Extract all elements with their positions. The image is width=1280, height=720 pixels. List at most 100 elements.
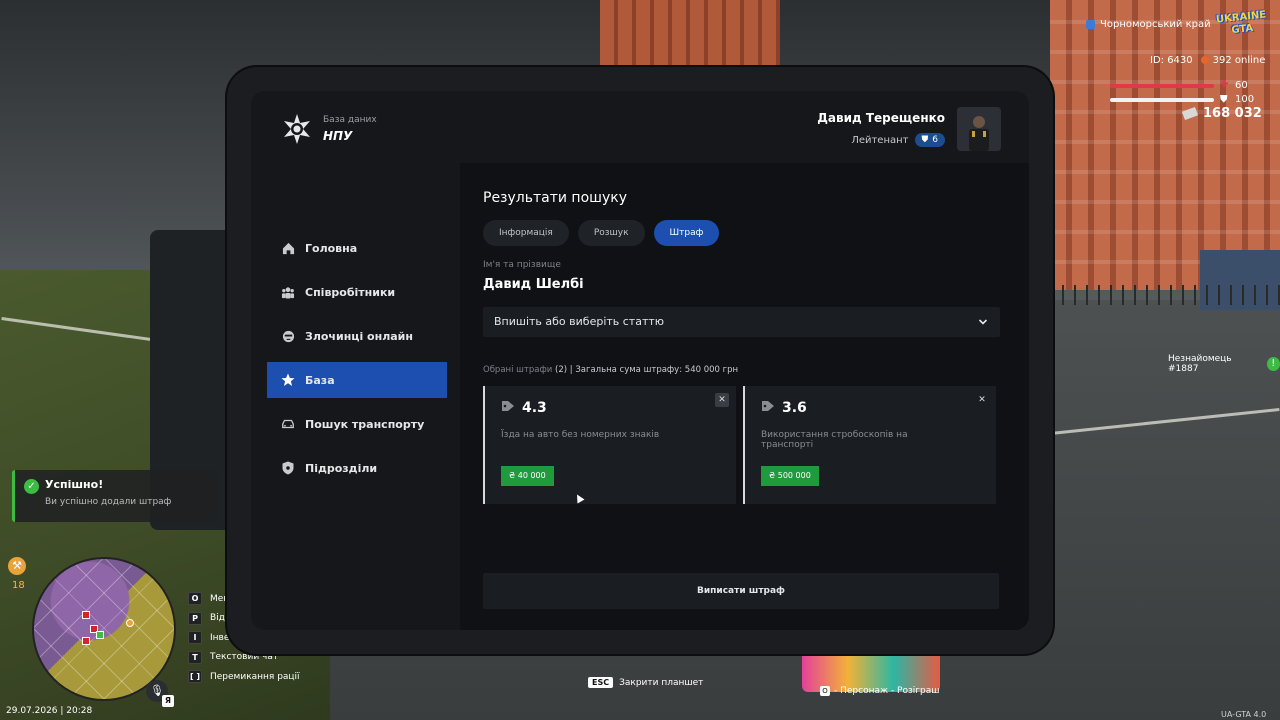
- close-tablet-hint: ESC Закрити планшет: [588, 677, 703, 688]
- tag-icon: [501, 400, 515, 416]
- sidebar-item-home[interactable]: Головна: [267, 230, 447, 266]
- money-display: 168 032: [1181, 106, 1262, 121]
- online-icon: [1200, 56, 1209, 64]
- sidebar-item-label: Головна: [305, 241, 358, 255]
- users-icon: [281, 285, 295, 299]
- version-label: UA-GTA 4.0: [1221, 710, 1267, 719]
- minimap-grid: [34, 559, 174, 699]
- criminal-icon: [281, 329, 295, 343]
- armor-icon: ⛊: [1220, 94, 1228, 105]
- chevron-down-icon: [978, 307, 988, 337]
- full-name-value: Давид Шелбі: [483, 277, 584, 292]
- sidebar-item-criminals[interactable]: Злочинці онлайн: [267, 318, 447, 354]
- region-icon: [1086, 20, 1095, 29]
- fine-card-accent: [483, 386, 485, 504]
- nearby-player-name: Незнайомець #1887: [1168, 354, 1232, 374]
- promo-key: O: [820, 686, 830, 696]
- close-icon[interactable]: ✕: [715, 393, 729, 407]
- sidebar-item-label: Підрозділи: [305, 461, 378, 475]
- fine-description: Їзда на авто без номерних знаків: [501, 430, 660, 440]
- fine-code: 3.6: [761, 400, 807, 416]
- tablet-screen: База даних НПУ Давид Терещенко Лейтенант…: [251, 91, 1029, 630]
- officer-rank: Лейтенант ⛊ 6: [817, 133, 945, 147]
- sidebar-item-divisions[interactable]: Підрозділи: [267, 450, 447, 486]
- close-tablet-label: Закрити планшет: [619, 677, 704, 688]
- fine-code-value: 4.3: [522, 400, 547, 416]
- fine-description: Використання стробоскопів на транспорті: [761, 430, 908, 450]
- date-time: 29.07.2026 | 20:28: [6, 706, 93, 716]
- fine-amount: ₴ 500 000: [761, 466, 819, 486]
- health-value: 60: [1235, 80, 1248, 91]
- fine-card: 3.6 Використання стробоскопів на транспо…: [743, 386, 996, 504]
- shield-icon: [281, 461, 295, 475]
- online-count: 392 online: [1200, 55, 1266, 66]
- fine-card-accent: [743, 386, 745, 504]
- key-label: O: [188, 592, 202, 606]
- sidebar-item-vehicle-search[interactable]: Пошук транспорту: [267, 406, 447, 442]
- key-label: P: [188, 611, 202, 625]
- key-label: T: [188, 650, 202, 664]
- full-name-label: Ім'я та прізвище: [483, 260, 561, 270]
- hunger-icon: ⚒: [8, 557, 26, 575]
- tab-wanted[interactable]: Розшук: [577, 220, 645, 246]
- home-icon: [281, 241, 295, 255]
- hunger-value: 18: [12, 580, 25, 591]
- fine-amount: ₴ 40 000: [501, 466, 554, 486]
- building: [1050, 0, 1280, 290]
- database-brand: База даних НПУ: [281, 113, 377, 145]
- health-bar: [1110, 84, 1214, 88]
- rank-level: 6: [932, 135, 938, 145]
- game-logo: UKRAINE GTA: [1215, 9, 1267, 37]
- promo-label: - Персонаж - Розіграш: [834, 686, 940, 696]
- fine-code: 4.3: [501, 400, 547, 416]
- fine-card: 4.3 Їзда на авто без номерних знаків ₴ 4…: [483, 386, 736, 504]
- officer-profile: Давид Терещенко Лейтенант ⛊ 6: [817, 107, 1001, 151]
- map-marker: [82, 637, 90, 645]
- armor-value: 100: [1235, 94, 1255, 105]
- sidebar-item-label: Пошук транспорту: [305, 417, 425, 431]
- sidebar-item-label: Злочинці онлайн: [305, 329, 413, 343]
- online-text: 392 online: [1212, 55, 1266, 66]
- avatar: [957, 107, 1001, 151]
- shield-icon: ⛊: [921, 135, 929, 145]
- keybind-label: Перемикання рації: [210, 671, 300, 682]
- key-label: I: [188, 631, 202, 645]
- player-id: ID: 6430: [1150, 55, 1193, 66]
- nearby-player-tag: Незнайомець #1887 !: [1168, 354, 1280, 374]
- sidebar-item-employees[interactable]: Співробітники: [267, 274, 447, 310]
- star-icon: [281, 373, 295, 387]
- officer-name: Давид Терещенко: [817, 111, 945, 125]
- selected-fines-label: Обрані штрафи: [483, 365, 553, 375]
- fine-summary: Обрані штрафи (2) | Загальна сума штрафу…: [483, 365, 738, 375]
- money-value: 168 032: [1203, 106, 1262, 121]
- promo-hint: O - Персонаж - Розіграш: [820, 686, 939, 696]
- tab-fine[interactable]: Штраф: [653, 220, 720, 246]
- fence: [1050, 285, 1280, 305]
- alert-icon: !: [1266, 357, 1280, 371]
- rank-title: Лейтенант: [851, 134, 909, 146]
- tag-icon: [761, 400, 775, 416]
- health-icon: ✚: [1220, 79, 1229, 90]
- player-info: ID: 6430 392 online: [1150, 55, 1265, 66]
- article-select[interactable]: Впишіть або виберіть статтю: [483, 307, 1000, 337]
- page-title: Результати пошуку: [483, 190, 627, 206]
- sidebar-item-database[interactable]: База: [267, 362, 447, 398]
- police-tablet: База даних НПУ Давид Терещенко Лейтенант…: [227, 67, 1053, 654]
- database-name: НПУ: [323, 129, 353, 143]
- keybind-row: [ ] Перемикання рації: [188, 667, 300, 687]
- notification-title: Успішно!: [45, 478, 104, 491]
- sidebar-item-label: Співробітники: [305, 285, 396, 299]
- armor-bar: [1110, 98, 1214, 102]
- database-label: База даних: [323, 115, 377, 125]
- region-name: Чорноморський край: [1100, 19, 1211, 30]
- close-icon[interactable]: ✕: [975, 393, 989, 407]
- mic-key: Я: [162, 695, 174, 707]
- check-icon: ✓: [24, 479, 39, 494]
- fine-code-value: 3.6: [782, 400, 807, 416]
- building: [600, 0, 780, 68]
- tab-information[interactable]: Інформація: [483, 220, 569, 246]
- key-label: [ ]: [188, 670, 202, 684]
- money-icon: [1181, 106, 1199, 121]
- issue-fine-button[interactable]: Виписати штраф: [483, 573, 999, 609]
- sidebar-item-label: База: [305, 373, 335, 387]
